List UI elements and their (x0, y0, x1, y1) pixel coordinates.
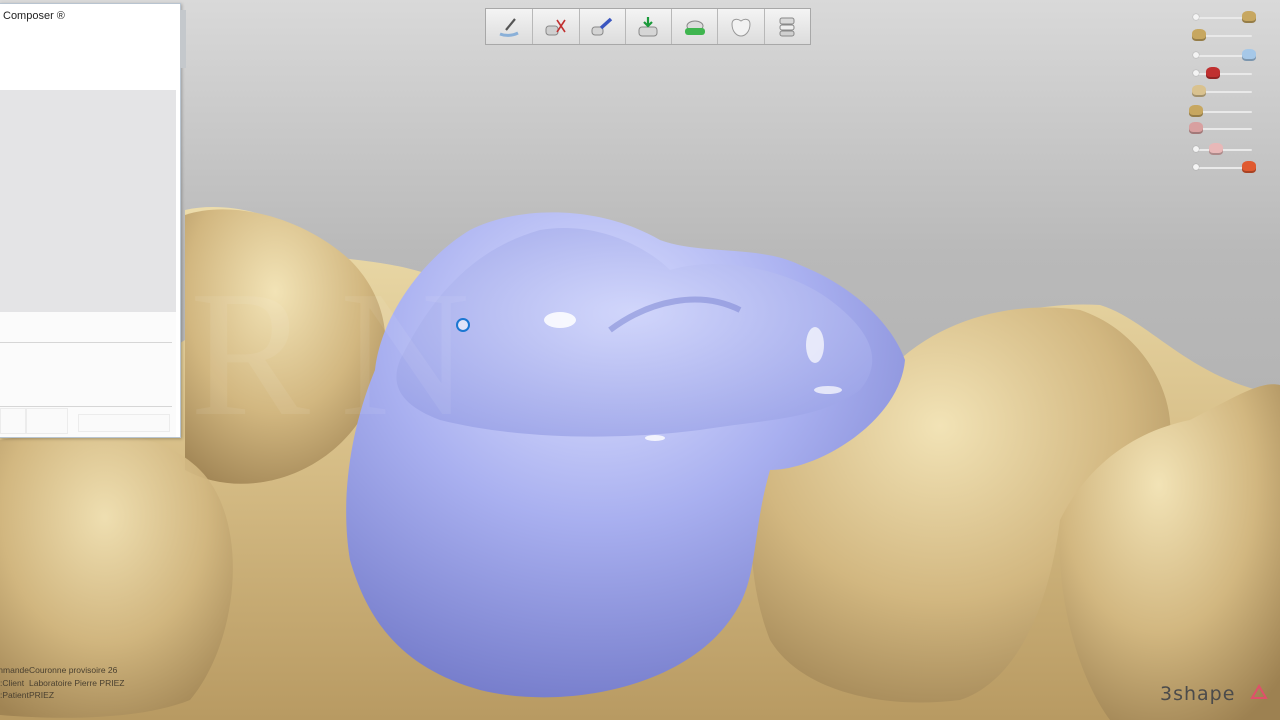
tool-crown[interactable] (717, 9, 763, 44)
slider-thumb-icon[interactable] (1189, 105, 1203, 117)
order-info: Commande: Couronne provisoire 26 Client:… (0, 664, 124, 702)
panel-divider (0, 406, 172, 407)
visibility-sliders (1188, 8, 1268, 178)
place-tool-icon (638, 16, 658, 36)
slider-thumb-icon[interactable] (1205, 67, 1220, 79)
tool-place[interactable] (624, 9, 671, 44)
panel-divider (0, 342, 172, 343)
panel-button[interactable] (26, 408, 68, 434)
neighbor-teeth-visibility[interactable] (1188, 142, 1268, 158)
cursor-marker (456, 318, 470, 332)
composer-panel: Composer ® (0, 3, 181, 438)
tool-sculpt[interactable] (486, 9, 532, 44)
antagonist-visibility[interactable] (1188, 84, 1268, 100)
order-value: Couronne provisoire 26 (29, 665, 118, 675)
gingiva-visibility[interactable] (1188, 121, 1268, 137)
patient-label: Patient: (0, 690, 29, 700)
patient-value: PRIEZ (29, 690, 55, 700)
slider-track[interactable] (1196, 111, 1252, 113)
client-label: Client: (0, 677, 25, 688)
slider-thumb-icon[interactable] (1242, 161, 1257, 173)
sculpt-tool-icon (499, 17, 519, 37)
connect-tool-icon (591, 17, 613, 35)
panel-button[interactable] (78, 414, 170, 432)
slider-thumb-icon[interactable] (1191, 29, 1206, 41)
brand-logo: 3shape (1160, 683, 1236, 705)
slider-thumb-icon[interactable] (1242, 11, 1257, 23)
crown-highlight-4 (645, 435, 665, 441)
cut-tool-icon (545, 19, 566, 35)
crown-tool-icon (731, 18, 751, 37)
crown-highlight-3 (814, 386, 842, 394)
order-info-row: Commande: Couronne provisoire 26 (0, 664, 124, 677)
slider-thumb-icon[interactable] (1189, 122, 1203, 134)
slider-min-knob[interactable] (1193, 70, 1199, 76)
3d-viewport[interactable]: LRN (0, 0, 1280, 720)
brand-triangle-icon (1250, 684, 1268, 699)
slider-min-knob[interactable] (1193, 14, 1199, 20)
slider-track[interactable] (1196, 128, 1252, 130)
dental-scene[interactable] (0, 0, 1280, 720)
panel-button[interactable] (0, 408, 26, 434)
tool-stack[interactable] (763, 9, 810, 44)
upper-model-visibility[interactable] (1188, 10, 1268, 26)
slider-thumb-icon[interactable] (1242, 49, 1257, 61)
workflow-toolbar (485, 8, 811, 45)
crown-highlight-2 (806, 327, 824, 363)
slider-min-knob[interactable] (1193, 164, 1199, 170)
order-info-row: Client: Laboratoire Pierre PRIEZ (0, 677, 124, 690)
stack-tool-icon (779, 17, 795, 36)
preparation-visibility[interactable] (1188, 104, 1268, 120)
crown-visibility[interactable] (1188, 48, 1268, 64)
slider-min-knob[interactable] (1193, 146, 1199, 152)
slider-min-knob[interactable] (1193, 52, 1199, 58)
slider-thumb-icon[interactable] (1191, 85, 1206, 97)
tool-cut[interactable] (532, 9, 578, 44)
panel-title: Composer ® (3, 10, 65, 22)
margin-tool-icon (684, 20, 705, 35)
client-value: Laboratoire Pierre PRIEZ (29, 677, 125, 688)
slider-thumb-icon[interactable] (1208, 143, 1223, 155)
tool-margin[interactable] (671, 9, 717, 44)
slider-track[interactable] (1196, 73, 1252, 75)
order-label: Commande: (0, 665, 29, 675)
crown-highlight (544, 312, 576, 328)
order-info-row: Patient: PRIEZ (0, 689, 124, 702)
margin-line-visibility[interactable] (1188, 160, 1268, 176)
cutout-visibility[interactable] (1188, 66, 1268, 82)
tool-connect[interactable] (578, 9, 625, 44)
panel-content-area[interactable] (0, 90, 176, 312)
panel-collapse-handle[interactable] (180, 10, 186, 68)
lower-model-visibility[interactable] (1188, 28, 1268, 44)
slider-track[interactable] (1196, 149, 1252, 151)
